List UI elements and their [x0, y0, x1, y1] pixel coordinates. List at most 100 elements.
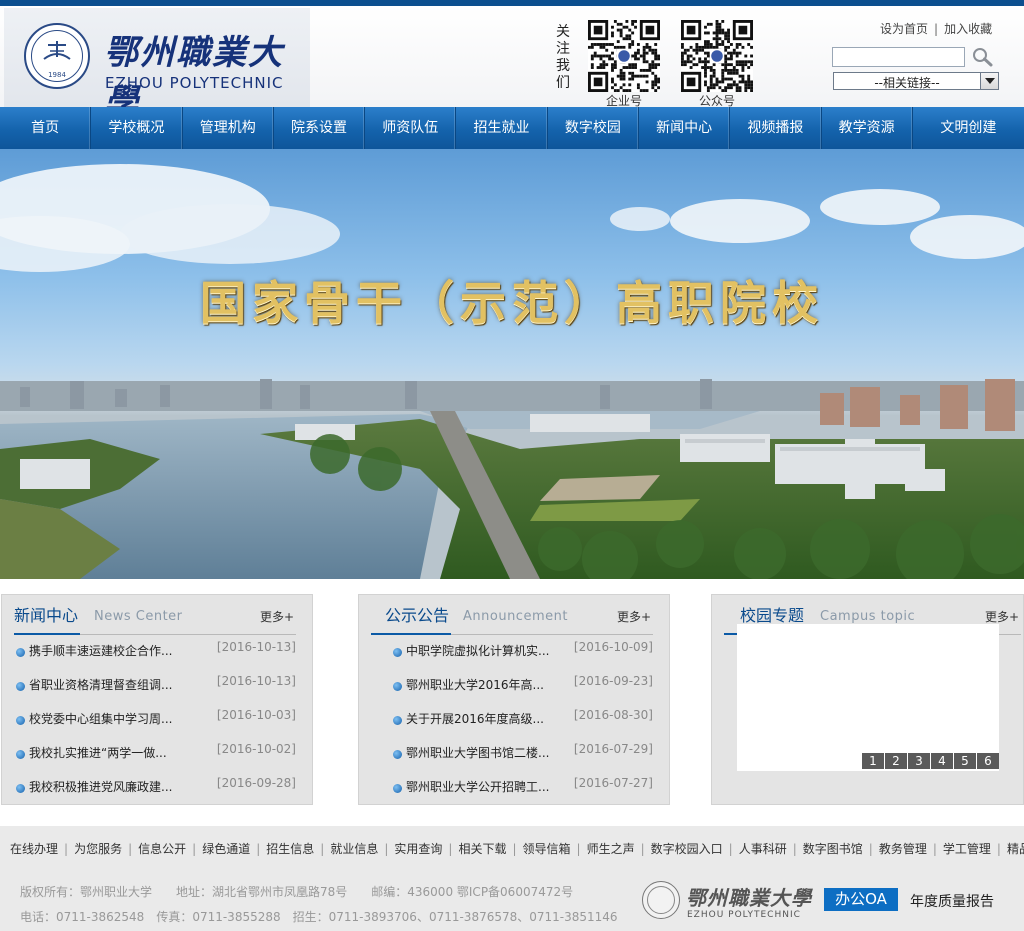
news-date: [2016-09-28] — [216, 776, 296, 790]
link-separator: | — [448, 842, 453, 856]
announcement-list: 中职学院虚拟化计算机实... [2016-10-09] 鄂州职业大学2016年高.… — [393, 640, 653, 811]
quick-link[interactable]: 精品课程 — [1007, 842, 1024, 856]
news-date: [2016-10-03] — [216, 708, 296, 722]
quick-link[interactable]: 教务管理 — [879, 842, 927, 856]
quick-link[interactable]: 招生信息 — [266, 842, 314, 856]
list-item: 我校积极推进党风廉政建... [2016-09-28] — [16, 776, 296, 811]
nav-item-video[interactable]: 视频播报 — [730, 107, 822, 149]
follow-us-label: 关注我们 — [556, 24, 570, 91]
nav-item-departments[interactable]: 院系设置 — [274, 107, 366, 149]
list-item: 鄂州职业大学图书馆二楼... [2016-07-29] — [393, 742, 653, 777]
nav-item-admissions[interactable]: 招生就业 — [456, 107, 548, 149]
link-separator: | — [868, 842, 873, 856]
add-favorite-link[interactable]: 加入收藏 — [944, 22, 992, 36]
quick-link[interactable]: 为您服务 — [74, 842, 122, 856]
quick-link[interactable]: 信息公开 — [138, 842, 186, 856]
page-button[interactable]: 4 — [931, 753, 953, 769]
quick-link[interactable]: 数字图书馆 — [803, 842, 863, 856]
footer-address: 版权所有：鄂州职业大学 地址：湖北省鄂州市凤凰路78号 邮编：436000 鄂I… — [20, 885, 574, 899]
footer-seal-icon — [642, 881, 680, 919]
quick-links: 在线办理 | 为您服务 | 信息公开 | 绿色通道 | 招生信息 | 就业信息 | 实用查询 | 相关下载 |… — [10, 840, 1024, 857]
page-button[interactable]: 2 — [885, 753, 907, 769]
link-separator: | — [640, 842, 645, 856]
list-item: 省职业资格清理督查组调... [2016-10-13] — [16, 674, 296, 709]
news-title[interactable]: 省职业资格清理督查组调... — [29, 675, 172, 695]
list-item: 鄂州职业大学2016年高... [2016-09-23] — [393, 674, 653, 709]
news-title[interactable]: 我校积极推进党风廉政建... — [29, 777, 172, 797]
link-separator: | — [384, 842, 389, 856]
nav-item-home[interactable]: 首页 — [0, 107, 92, 149]
main-nav: 首页 学校概况 管理机构 院系设置 师资队伍 招生就业 数字校园 新闻中心 视频… — [0, 107, 1024, 149]
nav-item-news[interactable]: 新闻中心 — [639, 107, 731, 149]
footer-contact: 电话：0711-3862548 传真：0711-3855288 招生：0711-… — [20, 910, 618, 924]
news-date: [2016-10-13] — [216, 640, 296, 654]
nav-item-faculty[interactable]: 师资队伍 — [365, 107, 457, 149]
office-oa-button[interactable]: 办公OA — [824, 888, 898, 911]
nav-item-overview[interactable]: 学校概况 — [91, 107, 183, 149]
announcement-title[interactable]: 鄂州职业大学公开招聘工... — [406, 777, 549, 797]
footer-logo-english: EZHOU POLYTECHNIC — [687, 910, 801, 920]
bullet-icon — [16, 682, 25, 691]
quick-links-bar: 在线办理 | 为您服务 | 信息公开 | 绿色通道 | 招生信息 | 就业信息 | 实用查询 | 相关下载 |… — [0, 826, 1024, 870]
campus-aerial-image — [0, 164, 1024, 579]
university-seal-icon: 1984 — [24, 23, 90, 89]
quick-link[interactable]: 师生之声 — [587, 842, 635, 856]
panel-subtitle: Campus topic — [820, 609, 916, 624]
link-separator: | — [996, 842, 1001, 856]
page-button[interactable]: 3 — [908, 753, 930, 769]
select-value: --相关链接-- — [874, 76, 940, 90]
more-link[interactable]: 更多+ — [985, 608, 1019, 625]
nav-item-administration[interactable]: 管理机构 — [183, 107, 274, 149]
announcement-title[interactable]: 鄂州职业大学2016年高... — [406, 675, 544, 695]
site-logo[interactable]: 1984 鄂州職業大學 EZHOU POLYTECHNIC — [4, 8, 310, 122]
link-separator: | — [256, 842, 261, 856]
news-panel: 新闻中心 News Center 更多+ 携手顺丰速运建校企合作... [2016… — [1, 594, 313, 805]
content-area: 新闻中心 News Center 更多+ 携手顺丰速运建校企合作... [2016… — [0, 579, 1024, 817]
slideshow-pager: 1 2 3 4 5 6 — [862, 753, 1000, 769]
more-link[interactable]: 更多+ — [617, 608, 651, 625]
quick-link[interactable]: 相关下载 — [458, 842, 506, 856]
bullet-icon — [16, 750, 25, 759]
nav-item-digital-campus[interactable]: 数字校园 — [548, 107, 639, 149]
page-button[interactable]: 6 — [977, 753, 999, 769]
nav-item-civilization[interactable]: 文明创建 — [913, 107, 1024, 149]
news-title[interactable]: 校党委中心组集中学习周... — [29, 709, 172, 729]
campus-topic-panel: 校园专题 Campus topic 更多+ 1 2 3 4 5 6 — [711, 594, 1024, 805]
list-item: 我校扎实推进“两学一做... [2016-10-02] — [16, 742, 296, 777]
news-title[interactable]: 携手顺丰速运建校企合作... — [29, 641, 172, 661]
link-separator: | — [934, 22, 939, 36]
banner-slogan: 国家骨干（示范）高职院校 — [200, 276, 824, 330]
announcement-title[interactable]: 关于开展2016年度高级... — [406, 709, 544, 729]
topic-slideshow[interactable] — [737, 624, 999, 771]
top-links: 设为首页 | 加入收藏 — [880, 20, 992, 37]
quick-link[interactable]: 在线办理 — [10, 842, 58, 856]
quick-link[interactable]: 学工管理 — [943, 842, 991, 856]
link-separator: | — [320, 842, 325, 856]
page-button[interactable]: 1 — [862, 753, 884, 769]
search-input[interactable] — [832, 47, 965, 67]
quick-link[interactable]: 就业信息 — [330, 842, 378, 856]
announcement-panel: 公示公告 Announcement 更多+ 中职学院虚拟化计算机实... [201… — [358, 594, 670, 805]
news-title[interactable]: 我校扎实推进“两学一做... — [29, 743, 167, 763]
quick-link[interactable]: 绿色通道 — [202, 842, 250, 856]
news-date: [2016-10-13] — [216, 674, 296, 688]
quick-link[interactable]: 数字校园入口 — [651, 842, 723, 856]
set-homepage-link[interactable]: 设为首页 — [880, 22, 928, 36]
more-link[interactable]: 更多+ — [260, 608, 294, 625]
quick-link[interactable]: 人事科研 — [739, 842, 787, 856]
announcement-title[interactable]: 中职学院虚拟化计算机实... — [406, 641, 549, 661]
link-separator: | — [932, 842, 937, 856]
logo-english-name: EZHOU POLYTECHNIC — [105, 74, 284, 92]
related-links-select[interactable]: --相关链接-- — [833, 72, 999, 90]
panel-title: 公示公告 — [371, 605, 452, 635]
annual-report-link[interactable]: 年度质量报告 — [910, 891, 994, 911]
announcement-title[interactable]: 鄂州职业大学图书馆二楼... — [406, 743, 549, 763]
news-date: [2016-10-02] — [216, 742, 296, 756]
quick-link[interactable]: 实用查询 — [394, 842, 442, 856]
announcement-date: [2016-10-09] — [573, 640, 653, 654]
page-button[interactable]: 5 — [954, 753, 976, 769]
search-button[interactable] — [971, 46, 995, 68]
nav-item-teaching[interactable]: 教学资源 — [822, 107, 913, 149]
quick-link[interactable]: 领导信箱 — [523, 842, 571, 856]
campus-banner: 国家骨干（示范）高职院校 — [0, 149, 1024, 579]
